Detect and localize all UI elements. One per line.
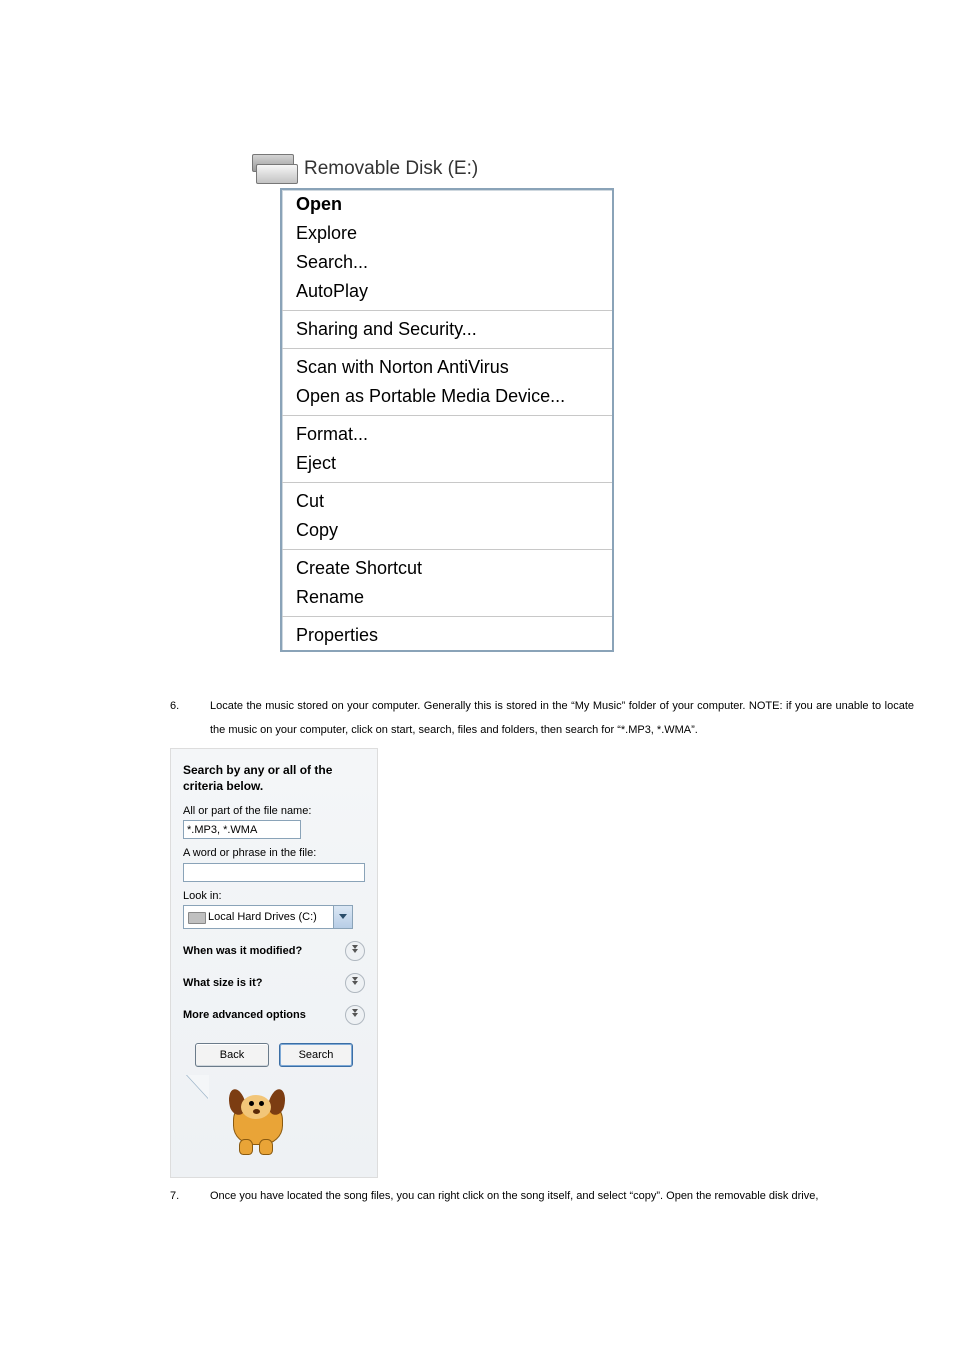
menu-item-eject[interactable]: Eject [282,449,612,478]
menu-separator [282,348,612,349]
menu-separator [282,616,612,617]
menu-item-search[interactable]: Search... [282,248,612,277]
context-menu: Open Explore Search... AutoPlay Sharing … [280,188,614,652]
speech-bubble-tail [187,1075,209,1099]
search-button[interactable]: Search [279,1043,353,1067]
row-size-label: What size is it? [183,977,262,989]
lookin-value: Local Hard Drives (C:) [208,911,333,923]
label-filename: All or part of the file name: [183,805,365,817]
row-modified-label: When was it modified? [183,945,302,957]
menu-item-autoplay[interactable]: AutoPlay [282,277,612,306]
disk-header: Removable Disk (E:) [250,150,610,188]
chevron-down-icon[interactable] [333,906,352,928]
menu-separator [282,310,612,311]
context-menu-wrap: Removable Disk (E:) Open Explore Search.… [250,150,610,652]
list-item: 7. Once you have located the song files,… [170,1184,914,1208]
list-item: 6. Locate the music stored on your compu… [170,694,914,742]
menu-separator [282,482,612,483]
expand-modified-button[interactable] [345,941,365,961]
label-lookin: Look in: [183,890,365,902]
hard-drive-icon [188,910,204,924]
phrase-input[interactable] [183,863,365,882]
search-companion-area [183,1077,365,1167]
removable-disk-icon [250,154,296,184]
search-panel: Search by any or all of the criteria bel… [170,748,378,1177]
menu-item-rename[interactable]: Rename [282,583,612,612]
label-phrase: A word or phrase in the file: [183,847,365,859]
menu-item-cut[interactable]: Cut [282,487,612,516]
back-button[interactable]: Back [195,1043,269,1067]
menu-item-norton[interactable]: Scan with Norton AntiVirus [282,353,612,382]
menu-item-create-shortcut[interactable]: Create Shortcut [282,554,612,583]
lookin-dropdown[interactable]: Local Hard Drives (C:) [183,905,353,929]
list-item-text: Once you have located the song files, yo… [210,1184,914,1208]
search-dog-icon [229,1083,291,1155]
expand-more-button[interactable] [345,1005,365,1025]
menu-separator [282,415,612,416]
menu-separator [282,549,612,550]
menu-item-explore[interactable]: Explore [282,219,612,248]
list-item-number: 7. [170,1184,190,1208]
menu-item-sharing[interactable]: Sharing and Security... [282,315,612,344]
menu-item-copy[interactable]: Copy [282,516,612,545]
menu-item-open[interactable]: Open [282,190,612,219]
list-item-text: Locate the music stored on your computer… [210,694,914,742]
menu-item-format[interactable]: Format... [282,420,612,449]
expand-size-button[interactable] [345,973,365,993]
menu-item-portable[interactable]: Open as Portable Media Device... [282,382,612,411]
menu-item-properties[interactable]: Properties [282,621,612,650]
disk-title: Removable Disk (E:) [304,158,478,180]
list-item-number: 6. [170,694,190,742]
row-more-label: More advanced options [183,1009,306,1021]
filename-input[interactable] [183,820,301,839]
search-panel-title: Search by any or all of the criteria bel… [183,763,365,794]
